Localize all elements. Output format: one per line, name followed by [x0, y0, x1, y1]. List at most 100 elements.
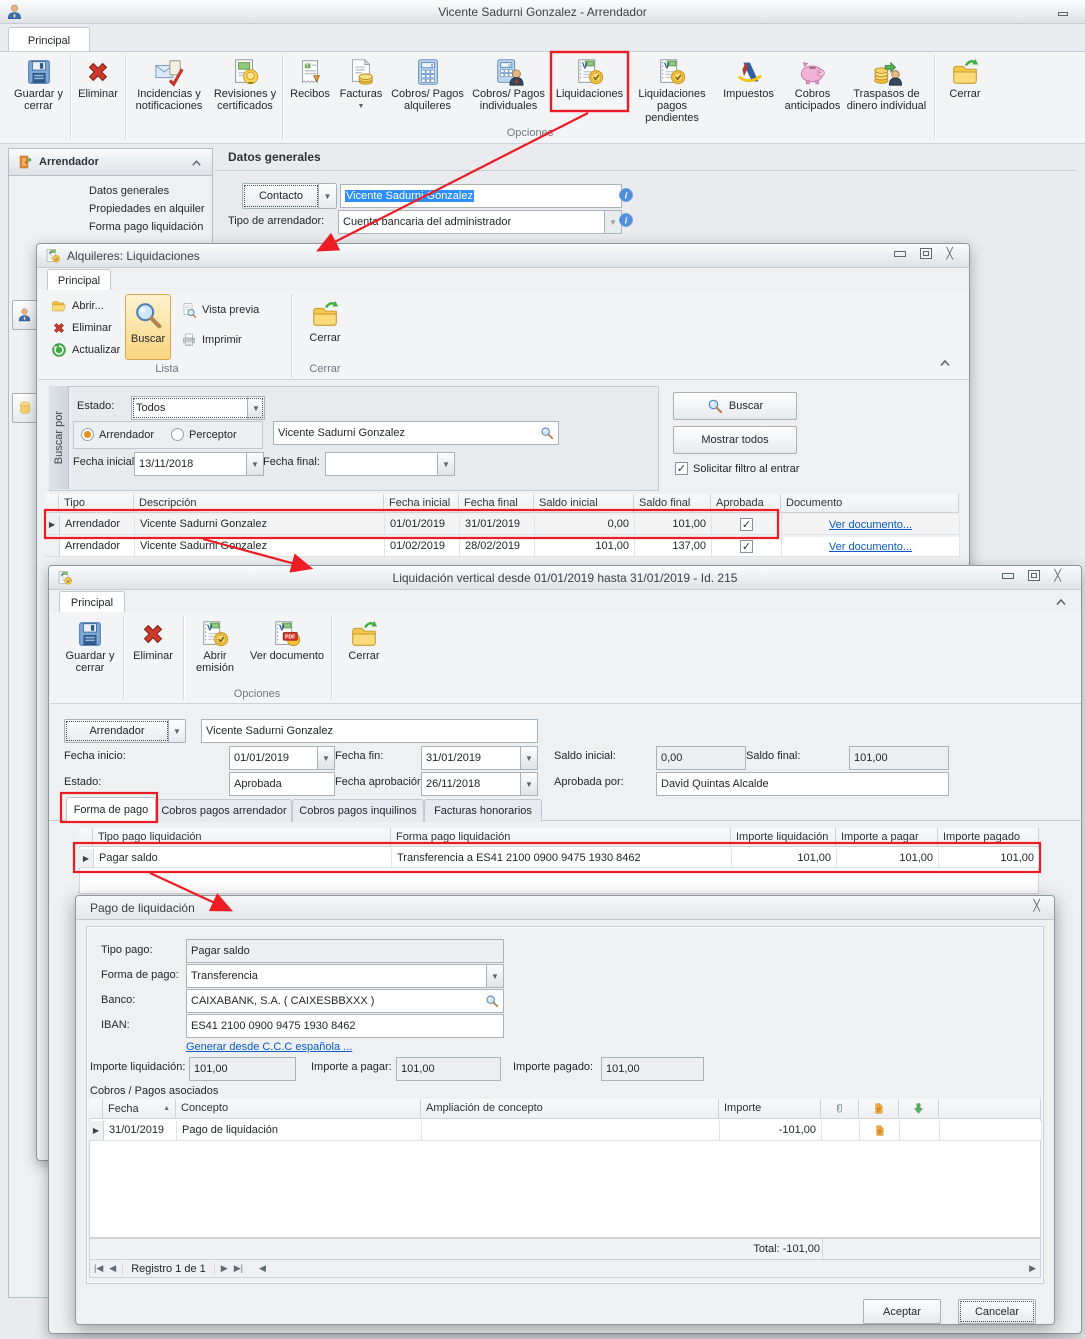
maximize-icon[interactable]	[1028, 570, 1041, 581]
arrendador-button[interactable]: Arrendador	[64, 719, 170, 743]
cerrar-button[interactable]: Cerrar	[337, 616, 391, 689]
close-icon[interactable]: ╳	[1033, 901, 1040, 912]
dropdown-arrow-icon[interactable]: ▼	[437, 453, 454, 475]
header-cell[interactable]: Importe a pagar	[836, 828, 938, 847]
contacto-button[interactable]: Contacto	[242, 183, 320, 209]
minimize-icon[interactable]	[1002, 572, 1015, 579]
header-cell[interactable]: Fecha inicial	[384, 494, 459, 513]
pager-next-icon[interactable]: ▶	[221, 1263, 228, 1274]
search-icon[interactable]	[540, 426, 554, 440]
minimize-icon[interactable]	[894, 250, 907, 257]
header-cell[interactable]: Descripción	[134, 494, 384, 513]
pager-first-icon[interactable]: |◀	[94, 1263, 103, 1274]
arrendador-field[interactable]: Vicente Sadurni Gonzalez	[201, 719, 538, 743]
tab-forma-de-pago[interactable]: Forma de pago	[66, 797, 156, 822]
header-cell[interactable]: Saldo inicial	[534, 494, 634, 513]
ribbon-button-cerrar[interactable]: Cerrar	[940, 54, 990, 125]
ribbon-button-traspasos[interactable]: Traspasos de dinero individual	[843, 54, 930, 125]
solicitar-filtro-checkbox[interactable]: ✓ Solicitar filtro al entrar	[675, 462, 799, 475]
mostrar-todos-button[interactable]: Mostrar todos	[673, 426, 797, 454]
dropdown-arrow-icon[interactable]: ▼	[520, 773, 537, 795]
info-icon[interactable]	[618, 187, 634, 203]
cell-document[interactable]	[860, 1121, 900, 1141]
abrir-emision-button[interactable]: Abrir emisión	[187, 616, 243, 689]
ribbon-collapse-icon[interactable]	[1055, 598, 1067, 606]
pager-prev-icon[interactable]: ◀	[109, 1263, 116, 1274]
tab-facturas-honorarios[interactable]: Facturas honorarios	[424, 799, 542, 822]
eliminar-button[interactable]: Eliminar	[51, 320, 112, 336]
header-cell[interactable]: Documento	[781, 494, 959, 513]
ribbon-button-cobros-pagos-individuales[interactable]: Cobros/ Pagos individuales	[469, 54, 548, 125]
header-cell[interactable]: Fecha final	[459, 494, 534, 513]
guardar-y-cerrar-button[interactable]: Guardar y cerrar	[61, 616, 119, 689]
contacto-field[interactable]: Vicente Sadurni Gonzalez	[340, 184, 622, 208]
checkbox-checked-icon[interactable]: ✓	[740, 518, 753, 531]
search-icon[interactable]	[485, 994, 499, 1008]
cancelar-button[interactable]: Cancelar	[958, 1299, 1036, 1324]
pay-table-row[interactable]: ▶ Pagar saldo Transferencia a ES41 2100 …	[79, 849, 1040, 868]
imprimir-button[interactable]: Imprimir	[181, 332, 242, 348]
vista-previa-button[interactable]: Vista previa	[181, 302, 259, 318]
info-icon[interactable]	[618, 212, 634, 228]
fecha-fin-field[interactable]: 31/01/2019 ▼	[421, 746, 538, 770]
ribbon-button-revisiones[interactable]: Revisiones y certificados	[211, 54, 279, 125]
actualizar-button[interactable]: Actualizar	[51, 342, 120, 358]
estado-select[interactable]: Todos ▼	[131, 396, 265, 420]
eliminar-button[interactable]: Eliminar	[127, 616, 179, 689]
sidebar-item-datos-generales[interactable]: Datos generales	[89, 185, 169, 197]
ribbon-button-recibos[interactable]: Recibos	[286, 54, 334, 125]
cerrar-button-toolbar[interactable]: Cerrar	[299, 294, 351, 360]
strip-user-button[interactable]	[12, 300, 38, 330]
iban-field[interactable]: ES41 2100 0900 9475 1930 8462	[186, 1014, 504, 1038]
generar-ccc-link[interactable]: Generar desde C.C.C española ...	[186, 1041, 352, 1053]
ribbon-button-guardar-y-cerrar[interactable]: Guardar y cerrar	[10, 54, 67, 125]
fecha-aprobacion-field[interactable]: 26/11/2018 ▼	[421, 772, 538, 796]
search-input[interactable]: Vicente Sadurni Gonzalez	[273, 421, 559, 445]
buscar-button[interactable]: Buscar	[673, 392, 797, 420]
table-row[interactable]: Arrendador Vicente Sadurni Gonzalez 01/0…	[45, 537, 960, 557]
liquidaciones-titlebar[interactable]: Alquileres: Liquidaciones	[37, 244, 969, 268]
chevron-up-icon[interactable]	[191, 159, 202, 167]
ribbon-button-cobros-anticipados[interactable]: Cobros anticipados	[784, 54, 841, 125]
main-window-titlebar[interactable]: Vicente Sadurni Gonzalez - Arrendador	[0, 0, 1085, 24]
header-cell[interactable]: Ampliación de concepto	[421, 1099, 719, 1119]
hscroll-left-icon[interactable]: ◀	[259, 1263, 266, 1274]
arrendador-dropdown-button[interactable]: ▼	[168, 719, 186, 743]
header-cell[interactable]: Importe pagado	[938, 828, 1039, 847]
ribbon-button-eliminar[interactable]: Eliminar	[74, 54, 122, 125]
main-tab-principal[interactable]: Principal	[8, 27, 90, 53]
tipo-arrendador-select[interactable]: Cuenta bancaria del administrador ▼	[338, 210, 622, 234]
header-cell[interactable]: Forma pago liquidación	[391, 828, 731, 847]
dropdown-arrow-icon[interactable]: ▼	[246, 453, 263, 475]
close-icon[interactable]: ╳	[946, 248, 953, 259]
dropdown-arrow-icon[interactable]: ▼	[247, 397, 264, 419]
radio-perceptor[interactable]: Perceptor	[171, 428, 237, 441]
detail-titlebar[interactable]: Liquidación vertical desde 01/01/2019 ha…	[49, 566, 1081, 590]
fecha-inicio-field[interactable]: 01/01/2019 ▼	[229, 746, 335, 770]
fecha-inicial-field[interactable]: 13/11/2018 ▼	[134, 452, 264, 476]
dropdown-arrow-icon[interactable]: ▼	[520, 747, 537, 769]
asociados-row[interactable]: ▶ 31/01/2019 Pago de liquidación -101,00	[89, 1121, 1042, 1141]
hscroll-right-icon[interactable]: ▶	[1029, 1263, 1036, 1274]
contacto-dropdown-button[interactable]: ▼	[318, 183, 337, 209]
dropdown-arrow-icon[interactable]: ▼	[486, 965, 503, 987]
header-cell-document[interactable]	[859, 1099, 899, 1119]
close-icon[interactable]: ╳	[1054, 570, 1061, 581]
ver-documento-link[interactable]: Ver documento...	[829, 519, 912, 531]
banco-field[interactable]: CAIXABANK, S.A. ( CAIXESBBXXX )	[186, 989, 504, 1013]
header-cell[interactable]: Importe	[719, 1099, 821, 1119]
header-cell[interactable]: Saldo final	[634, 494, 711, 513]
tab-cobros-pagos-arrendador[interactable]: Cobros pagos arrendador	[156, 799, 292, 822]
header-cell-download[interactable]	[899, 1099, 939, 1119]
header-cell[interactable]: Importe liquidación	[731, 828, 836, 847]
ver-documento-link[interactable]: Ver documento...	[829, 541, 912, 553]
maximize-icon[interactable]	[920, 248, 933, 259]
header-cell-fecha[interactable]: Fecha ▲	[103, 1099, 176, 1119]
sidebar-item-forma-pago[interactable]: Forma pago liquidación	[89, 221, 203, 233]
strip-database-button[interactable]	[12, 393, 38, 423]
liq-tab-principal[interactable]: Principal	[47, 269, 111, 292]
abrir-button[interactable]: Abrir...	[51, 298, 104, 314]
fecha-final-field[interactable]: ▼	[325, 452, 455, 476]
tab-cobros-pagos-inquilinos[interactable]: Cobros pagos inquilinos	[292, 799, 424, 822]
sidebar-header[interactable]: Arrendador	[9, 149, 212, 176]
